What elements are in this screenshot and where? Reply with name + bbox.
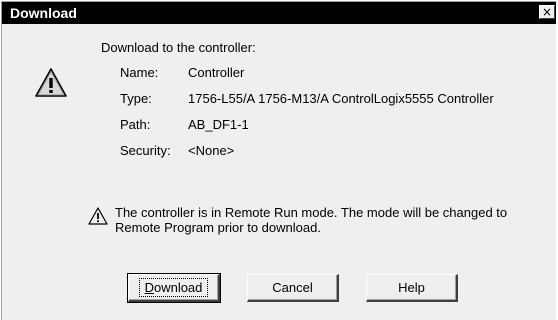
name-value: Controller [188,65,245,80]
help-button[interactable]: Help [366,274,458,302]
dialog-title: Download [10,5,77,21]
warning-text-line1: The controller is in Remote Run mode. Th… [115,205,508,220]
security-value: <None> [188,143,235,158]
type-value: 1756-L55/A 1756-M13/A ControlLogix5555 C… [188,91,494,106]
download-button-mnemonic: D [144,280,154,295]
security-label: Security: [120,143,171,158]
download-button[interactable]: Download [127,273,221,303]
download-button-label: Download [138,278,209,297]
path-label: Path: [120,117,151,132]
cancel-button[interactable]: Cancel [247,274,339,302]
close-button[interactable]: × [539,5,555,19]
title-bar[interactable]: Download × [2,2,556,24]
name-label: Name: [120,65,159,80]
download-button-label-rest: ownload [153,280,203,295]
download-dialog: Download × Download to the controller: N… [1,1,557,320]
cancel-button-label: Cancel [272,280,313,295]
download-heading: Download to the controller: [101,40,256,55]
help-button-label: Help [398,280,425,295]
warning-text-line2: Remote Program prior to download. [115,220,321,235]
type-label: Type: [120,91,152,106]
warning-small-icon [88,207,108,225]
close-icon: × [541,5,553,19]
path-value: AB_DF1-1 [188,117,249,132]
warning-icon [35,68,67,97]
